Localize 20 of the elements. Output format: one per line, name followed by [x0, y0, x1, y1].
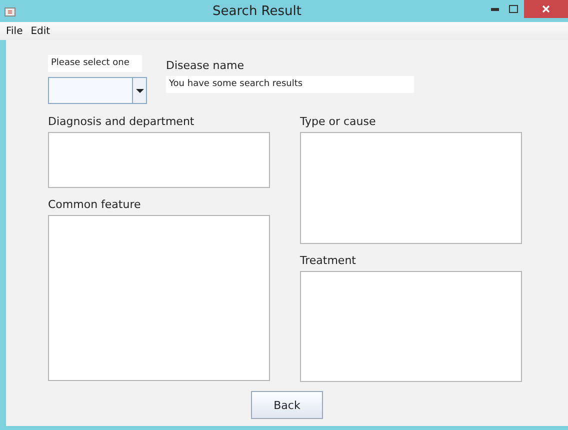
field-label: Diagnosis and department — [48, 115, 196, 128]
field-label: Common feature — [48, 198, 142, 211]
text-area[interactable] — [48, 132, 270, 188]
text-area[interactable] — [300, 132, 522, 244]
window-title: Search Result — [212, 4, 302, 18]
input-field[interactable]: You have some search results — [166, 76, 414, 93]
menu-item[interactable]: Edit — [30, 26, 50, 36]
field-label: Treatment — [300, 254, 357, 267]
menu-item[interactable]: File — [6, 26, 23, 36]
close-button[interactable] — [524, 0, 568, 18]
back-button[interactable]: Back — [251, 391, 323, 419]
text-area[interactable] — [300, 271, 522, 382]
field-label: Disease name — [166, 59, 245, 72]
close-icon — [542, 5, 550, 13]
field-label: Type or cause — [300, 115, 377, 128]
select-label: Please select one — [48, 55, 142, 72]
app-icon — [4, 5, 16, 17]
text-area[interactable] — [48, 215, 270, 381]
maximize-icon — [508, 5, 518, 13]
minimize-icon — [491, 8, 499, 10]
